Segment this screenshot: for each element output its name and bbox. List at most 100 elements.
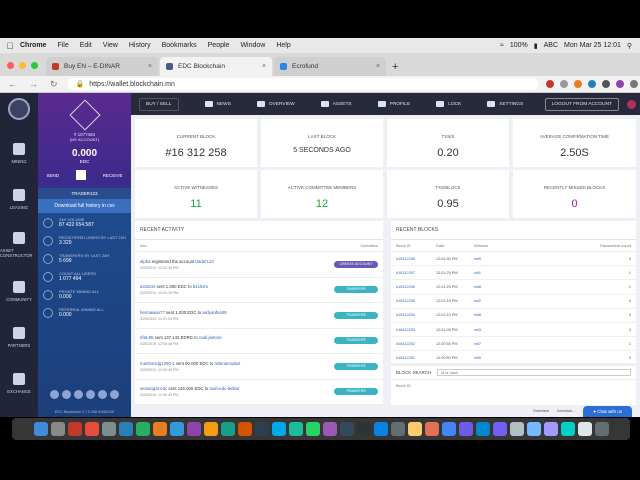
trash-icon[interactable] [594, 422, 609, 436]
activity-target-link[interactable]: tuah-edc-belitar [210, 386, 240, 391]
app-icon[interactable] [543, 422, 558, 436]
block-witness-link[interactable]: init0 [474, 356, 594, 360]
minimize-window-icon[interactable] [19, 62, 26, 69]
receive-button[interactable]: RECEIVE [103, 173, 123, 178]
activity-target-link[interactable]: nadi-jantore [199, 335, 222, 340]
close-tab-icon[interactable]: × [376, 63, 380, 70]
app-icon[interactable] [458, 422, 473, 436]
viber-icon[interactable] [492, 422, 507, 436]
chrome-icon[interactable] [441, 422, 456, 436]
activity-target-link[interactable]: trader123 [195, 259, 213, 264]
nav-community[interactable]: COMMUNITY [0, 268, 38, 314]
activity-actor-link[interactable]: rifat-85 [140, 335, 153, 340]
nav-news[interactable]: NEWS [204, 101, 231, 107]
nav-settings[interactable]: SETTINGS [487, 101, 523, 107]
extension-icon[interactable] [573, 80, 582, 88]
activity-actor-link[interactable]: semangat-edc [140, 386, 167, 391]
apple-icon[interactable]:  [0, 41, 20, 51]
menu-bookmarks[interactable]: Bookmarks [162, 42, 197, 49]
nav-lock[interactable]: LOCK [436, 101, 461, 107]
clock[interactable]: Mon Mar 25 12:01 [564, 42, 621, 49]
menu-window[interactable]: Window [240, 42, 265, 49]
block-id-link[interactable]: #16312255 [396, 299, 436, 303]
send-button[interactable]: SEND [46, 173, 59, 178]
extension-icon[interactable] [601, 80, 610, 88]
nav-overview[interactable]: OVERVIEW [256, 101, 295, 107]
zoom-window-icon[interactable] [31, 62, 38, 69]
menu-help[interactable]: Help [276, 42, 290, 49]
block-witness-link[interactable]: init3 [474, 328, 594, 332]
logout-button[interactable]: LOGOUT FROM ACCOUNT [544, 97, 619, 111]
operation-badge[interactable]: TRANSFER [334, 311, 378, 319]
excel-icon[interactable] [135, 422, 150, 436]
battery-icon[interactable]: ▮ [534, 42, 538, 50]
chat-button[interactable]: ● Chat with us [583, 405, 632, 417]
activity-actor-link[interactable]: hermawan77 [140, 310, 165, 315]
operation-badge[interactable]: TRANSFER [334, 388, 378, 396]
menu-chrome[interactable]: Chrome [20, 42, 46, 49]
activity-actor-link[interactable]: martinezdg1290-1 [140, 361, 175, 366]
app-icon[interactable] [67, 422, 82, 436]
avatar[interactable] [627, 99, 636, 109]
activity-target-link[interactable]: b415srs [193, 284, 208, 289]
word-icon[interactable] [118, 422, 133, 436]
app-icon[interactable] [322, 422, 337, 436]
app-icon[interactable] [101, 422, 116, 436]
app-icon[interactable] [84, 422, 99, 436]
skype-icon[interactable] [271, 422, 286, 436]
menu-file[interactable]: File [57, 42, 68, 49]
twitter-icon[interactable] [62, 390, 71, 399]
app-icon[interactable] [288, 422, 303, 436]
nav-assets[interactable]: ASSETS [320, 101, 352, 107]
app-icon[interactable] [220, 422, 235, 436]
footer-community-link[interactable]: Commun... [557, 409, 576, 413]
app-icon[interactable] [254, 422, 269, 436]
instagram-icon[interactable] [110, 390, 119, 399]
operation-badge[interactable]: TRANSFER [334, 362, 378, 370]
linkedin-icon[interactable] [86, 390, 95, 399]
new-tab-button[interactable]: + [392, 61, 398, 73]
lightroom-icon[interactable] [356, 422, 371, 436]
back-icon[interactable]: ← [8, 79, 17, 89]
block-id-link[interactable]: #16312258 [396, 257, 436, 261]
url-field[interactable]: 🔒 https://wallet.blockchain.mn [67, 78, 538, 90]
extension-icon[interactable] [559, 80, 568, 88]
input-source[interactable]: ABC [544, 42, 558, 49]
menu-people[interactable]: People [208, 42, 230, 49]
operation-badge[interactable]: CREATE ACCOUNT [334, 260, 378, 268]
buy-sell-button[interactable]: BUY / SELL [139, 97, 179, 111]
block-witness-link[interactable]: init7 [474, 342, 594, 346]
search-icon[interactable]: ⚲ [627, 42, 632, 50]
block-id-link[interactable]: #16312253 [396, 328, 436, 332]
menu-icon[interactable] [629, 80, 638, 88]
activity-actor-link[interactable]: alpha [140, 259, 151, 264]
close-tab-icon[interactable]: × [148, 63, 152, 70]
finder-icon[interactable] [33, 422, 48, 436]
battery-level[interactable]: 100% [510, 42, 528, 49]
nav-partners[interactable]: PARTNERS [0, 314, 38, 360]
nav-leasing[interactable]: LEASING [0, 176, 38, 222]
edc-logo-icon[interactable] [8, 98, 30, 120]
nav-asset-constructor[interactable]: ASSET CONSTRUCTOR [0, 222, 38, 268]
tab-buy-edinar[interactable]: Buy EN – E-DINAR × [46, 57, 158, 76]
menu-history[interactable]: History [129, 42, 151, 49]
block-id-link[interactable]: #16312252 [396, 342, 436, 346]
nav-exchange[interactable]: EXCHANGE [0, 360, 38, 406]
menu-edit[interactable]: Edit [80, 42, 92, 49]
tab-edc-blockchain[interactable]: EDC Blockchain × [160, 57, 272, 76]
app-icon[interactable] [169, 422, 184, 436]
app-icon[interactable] [152, 422, 167, 436]
profile-icon[interactable] [615, 80, 624, 88]
app-icon[interactable] [203, 422, 218, 436]
block-witness-link[interactable]: init8 [474, 285, 594, 289]
operation-badge[interactable]: TRANSFER [334, 337, 378, 345]
whatsapp-icon[interactable] [305, 422, 320, 436]
block-id-link[interactable]: #16312254 [396, 313, 436, 317]
app-icon[interactable] [526, 422, 541, 436]
activity-actor-link[interactable]: a415srs [140, 284, 155, 289]
app-icon[interactable] [407, 422, 422, 436]
launchpad-icon[interactable] [50, 422, 65, 436]
nav-mining[interactable]: MINING [0, 130, 38, 176]
app-icon[interactable] [390, 422, 405, 436]
app-icon[interactable] [186, 422, 201, 436]
